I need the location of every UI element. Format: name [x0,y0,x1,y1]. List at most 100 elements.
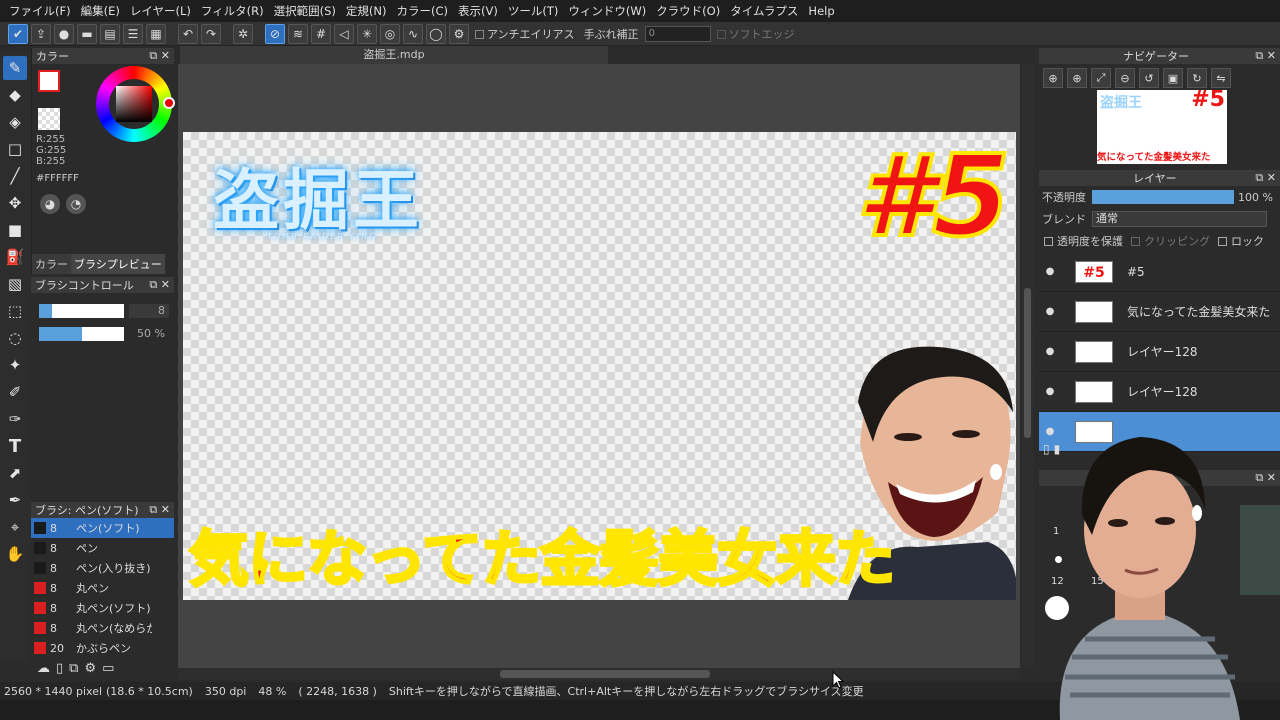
divide-tool-icon[interactable]: ✒ [3,488,27,512]
menu-view[interactable]: 表示(V) [453,3,503,19]
operation-tool-icon[interactable]: ⬈ [3,461,27,485]
rotate-right-icon[interactable]: ↻ [1187,68,1207,88]
new-brush-icon[interactable]: ▯ [56,661,63,676]
background-swatch[interactable] [38,108,60,130]
visibility-eye-icon[interactable]: ● [1039,266,1061,277]
tab-brush-preview[interactable]: ブラシプレビュー [71,254,165,274]
layer-item[interactable]: ● レイヤー128 [1039,332,1280,372]
cloud-brush-icon[interactable]: ☁ [37,661,50,676]
eraser-tool-icon[interactable]: ◆ [3,83,27,107]
chat-icon[interactable]: ▬ [77,23,97,44]
zoom-fit-icon[interactable]: ⊕ [1043,68,1063,88]
canvas-area[interactable]: 盗掘王 TOMB RAIDER KING #5 気になってた金髪美女来た [178,64,1020,668]
menu-file[interactable]: ファイル(F) [4,3,76,19]
brush-settings-icon[interactable]: ⚙ [84,661,96,676]
saturation-square[interactable] [116,86,152,122]
tab-color[interactable]: カラー [32,254,71,274]
palette-icon[interactable]: ◕ [40,194,60,214]
brush-list-item[interactable]: 8 ペン(ソフト) [31,518,174,538]
gradient-tool-icon[interactable]: ▧ [3,272,27,296]
menu-cloud[interactable]: クラウド(O) [651,3,725,19]
brush-folder-icon[interactable]: ▭ [102,661,114,676]
curve-snap-icon[interactable]: ∿ [403,23,423,44]
brush-tool-icon[interactable]: ✎ [3,56,27,80]
rect-shape-icon[interactable]: □ [3,137,27,161]
crisscross-snap-icon[interactable]: # [311,23,331,44]
hand-tool-icon[interactable]: ✋ [3,542,27,566]
horizontal-scrollbar[interactable] [178,668,1020,680]
brush-list-item[interactable]: 8 ペン [31,538,174,558]
menu-help[interactable]: Help [803,4,839,18]
visibility-eye-icon[interactable]: ● [1039,306,1061,317]
comment-icon[interactable]: ● [54,23,74,44]
brush-list-item[interactable]: 8 丸ペン(ソフト) [31,598,174,618]
line-tool-icon[interactable]: ╱ [3,164,27,188]
text-tool-icon[interactable]: T [3,434,27,458]
navigator-thumbnail[interactable]: 盗掘王 #5 気になってた金髪美女来た [1097,90,1227,164]
duplicate-brush-icon[interactable]: ⧉ [69,661,78,676]
select-eraser-icon[interactable]: ✑ [3,407,27,431]
brush-list-item[interactable]: 8 丸ペン [31,578,174,598]
menu-timelapse[interactable]: タイムラプス [725,3,803,19]
fit-window-icon[interactable]: ▣ [1163,68,1183,88]
menu-filter[interactable]: フィルタ(R) [196,3,269,19]
parallel-snap-icon[interactable]: ≋ [288,23,308,44]
canvas[interactable]: 盗掘王 TOMB RAIDER KING #5 気になってた金髪美女来た [183,132,1016,600]
select-pen-icon[interactable]: ✐ [3,380,27,404]
flip-icon[interactable]: ⇋ [1211,68,1231,88]
color-wheel[interactable] [96,66,175,142]
layer-blend-select[interactable]: 通常 [1092,211,1267,227]
page-icon[interactable]: ▤ [100,23,120,44]
brush-list-item[interactable]: 20 かぶらペン [31,638,174,658]
stabilizer-select[interactable]: 0 [644,25,711,42]
circle-snap-icon[interactable]: ◎ [380,23,400,44]
panel-close-icon[interactable]: ⧉ ✕ [1255,49,1276,63]
visibility-eye-icon[interactable]: ● [1039,346,1061,357]
palette-add-icon[interactable]: ◔ [66,194,86,214]
export-icon[interactable]: ⇪ [31,23,51,44]
undo-icon[interactable]: ↶ [178,23,198,44]
magic-wand-icon[interactable]: ✦ [3,353,27,377]
zoom-out-icon[interactable]: ⊖ [1115,68,1135,88]
gear-icon[interactable]: ⚙ [449,23,469,44]
menu-window[interactable]: ウィンドウ(W) [563,3,651,19]
menu-layer[interactable]: レイヤー(L) [125,3,196,19]
panel-close-icon[interactable]: ⧉ ✕ [149,49,170,63]
eyedropper-icon[interactable]: ⌖ [3,515,27,539]
rect-select-icon[interactable]: ⬚ [3,299,27,323]
vanishing-snap-icon[interactable]: ◁ [334,23,354,44]
brush-list-item[interactable]: 8 丸ペン(なめらか) [31,618,174,638]
protect-alpha-checkbox[interactable] [1044,236,1053,246]
panel-close-icon[interactable]: ⧉ ✕ [149,278,170,292]
foreground-swatch[interactable] [38,70,60,92]
blur-eraser-icon[interactable]: ◈ [3,110,27,134]
hue-handle[interactable] [163,97,175,109]
bucket-tool-icon[interactable]: ⛽ [3,245,27,269]
horizontal-scroll-thumb[interactable] [500,670,710,678]
menu-color[interactable]: カラー(C) [391,3,453,19]
zoom-in-icon[interactable]: ⊕ [1067,68,1087,88]
antialias-checkbox[interactable]: アンチエイリアス [472,26,578,42]
zoom-actual-icon[interactable]: ⤢ [1091,68,1111,88]
brush-size-value[interactable]: 8 [129,304,169,318]
menu-select[interactable]: 選択範囲(S) [269,3,341,19]
radial-snap-icon[interactable]: ✳ [357,23,377,44]
lock-checkbox[interactable] [1218,236,1227,246]
move-tool-icon[interactable]: ✥ [3,191,27,215]
rotate-left-icon[interactable]: ↺ [1139,68,1159,88]
soft-edge-checkbox[interactable]: ソフトエッジ [714,26,798,42]
menu-tool[interactable]: ツール(T) [503,3,564,19]
layer-item[interactable]: ● #5 #5 [1039,252,1280,292]
cloud-check-icon[interactable]: ✔ [8,23,28,44]
dotted-select-icon[interactable]: ✲ [233,23,253,44]
lasso-select-icon[interactable]: ◌ [3,326,27,350]
grid-icon[interactable]: ▦ [146,23,166,44]
document-tab[interactable]: 盗掘王.mdp [180,46,608,64]
brush-opacity-slider[interactable] [39,327,124,341]
menu-ruler[interactable]: 定規(N) [341,3,392,19]
fill-rect-icon[interactable]: ■ [3,218,27,242]
snap-off-icon[interactable]: ⊘ [265,23,285,44]
menu-edit[interactable]: 編集(E) [76,3,125,19]
ellipse-snap-icon[interactable]: ◯ [426,23,446,44]
redo-icon[interactable]: ↷ [201,23,221,44]
